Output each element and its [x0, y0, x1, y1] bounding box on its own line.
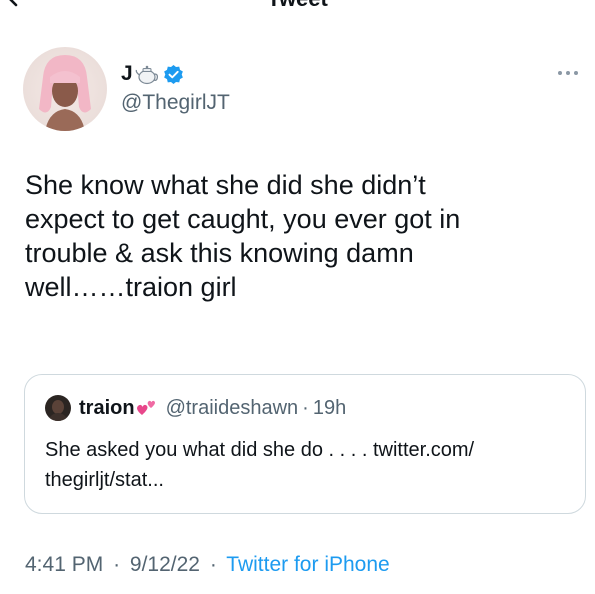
quoted-author-avatar: [45, 395, 71, 421]
quoted-tweet-card[interactable]: traion @traiideshawn · 19h She asked you…: [24, 374, 586, 514]
page-title: Tweet: [0, 0, 595, 10]
author-info: J @ThegirlJT: [121, 60, 230, 115]
teapot-emoji-icon: [135, 65, 158, 85]
meta-separator: ·: [209, 553, 217, 576]
quoted-author-handle: @traiideshawn: [165, 396, 299, 419]
quoted-avatar-image: [45, 395, 71, 421]
tweet-body-text: She know what she did she didn’t expect …: [25, 170, 461, 302]
quoted-tweet-time: 19h: [312, 396, 347, 419]
tweet-date: 9/12/22: [129, 553, 200, 576]
more-horizontal-icon[interactable]: [556, 68, 580, 78]
author-avatar[interactable]: [23, 47, 107, 131]
author-display-name[interactable]: J: [121, 62, 133, 86]
two-hearts-emoji-icon: [136, 400, 155, 415]
tweet-metadata: 4:41 PM · 9/12/22 · Twitter for iPhone: [25, 553, 390, 577]
author-handle[interactable]: @ThegirlJT: [121, 91, 230, 115]
quoted-time-separator: ·: [302, 396, 309, 419]
quoted-tweet-header: traion @traiideshawn · 19h: [45, 395, 346, 421]
meta-separator: ·: [113, 553, 121, 576]
top-navigation-bar: Tweet: [0, 0, 595, 12]
tweet-time: 4:41 PM: [25, 553, 104, 576]
quoted-author-display-name: traion: [79, 396, 135, 419]
tweet-source-link[interactable]: Twitter for iPhone: [226, 553, 389, 576]
avatar-image: [23, 47, 107, 131]
quoted-tweet-text: She asked you what did she do . . . . tw…: [45, 439, 475, 491]
author-name-row[interactable]: J: [121, 60, 230, 88]
verified-badge-icon: [163, 64, 183, 84]
